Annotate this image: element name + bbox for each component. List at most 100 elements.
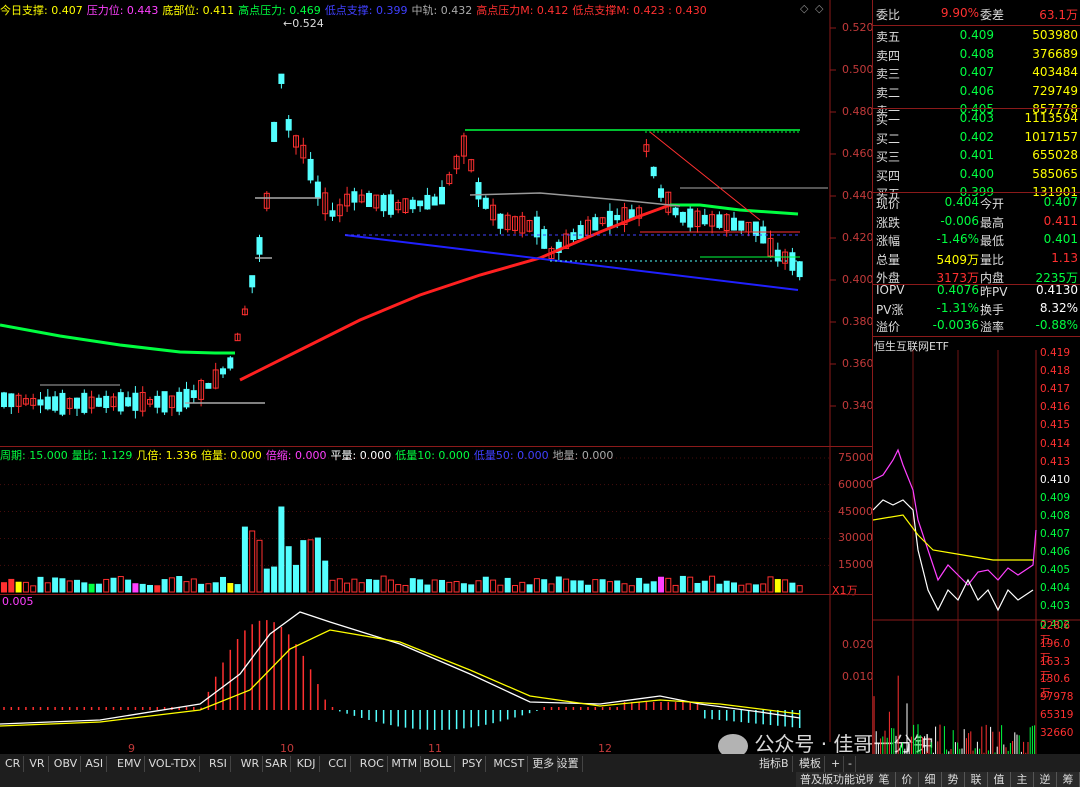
volume-bar xyxy=(314,537,321,593)
orderbook-price: 0.407 xyxy=(959,65,994,79)
orderbook-label: 卖三 xyxy=(876,67,901,81)
weibi-value: 9.90% xyxy=(940,6,979,20)
candle-body xyxy=(59,392,66,415)
mini-price-tick: 0.419 xyxy=(1040,347,1071,359)
volume-bar xyxy=(161,579,168,593)
volume-chart[interactable] xyxy=(0,446,872,594)
volume-bar xyxy=(687,576,694,593)
candle-body xyxy=(570,232,577,241)
weibi-label: 委比 xyxy=(876,8,901,22)
candle-body xyxy=(716,214,723,228)
quote-row: 涨幅 -1.46% 最低 0.401 xyxy=(874,232,1080,250)
quote-label: IOPV xyxy=(876,283,905,297)
volume-bar xyxy=(329,579,336,593)
quote-label: 涨跌 xyxy=(876,215,901,230)
volume-bar xyxy=(701,580,708,593)
bottom-tab[interactable]: 联 xyxy=(965,772,988,787)
volume-bar xyxy=(555,576,562,593)
right-tab[interactable]: 指标B xyxy=(756,756,793,772)
price-chart[interactable]: ←0.524 xyxy=(0,0,872,446)
volume-bar xyxy=(409,578,416,593)
volume-bar xyxy=(241,526,248,593)
candle-body xyxy=(183,388,190,408)
indicator-tab-vol-tdx[interactable]: VOL-TDX xyxy=(146,756,201,772)
bottom-tab[interactable]: 势 xyxy=(942,772,965,787)
ma-red-line xyxy=(239,203,671,382)
volume-bar xyxy=(424,584,431,593)
volume-bar xyxy=(154,585,161,593)
candle-body xyxy=(687,208,694,228)
candle-body xyxy=(592,217,599,231)
mini-iopv-line xyxy=(873,448,1037,586)
volume-bar xyxy=(44,582,51,593)
volume-bar xyxy=(198,583,205,593)
orderbook-price: 0.403 xyxy=(959,111,994,125)
bottom-tab[interactable]: 筹 xyxy=(1057,772,1080,787)
mid-band-line xyxy=(469,192,681,207)
volume-bar xyxy=(614,580,621,593)
indicator-tab-wr[interactable]: WR xyxy=(238,756,264,772)
candle-body xyxy=(533,216,540,238)
bottom-tab[interactable]: 细 xyxy=(919,772,942,787)
volume-bar xyxy=(366,579,372,593)
indicator-tab-psy[interactable]: PSY xyxy=(459,756,487,772)
candle-body xyxy=(278,73,285,84)
volume-bar xyxy=(439,579,445,593)
indicator-tab-roc[interactable]: ROC xyxy=(357,756,388,772)
candle-body xyxy=(409,199,416,210)
indicator-tab-obv[interactable]: OBV xyxy=(51,756,82,772)
candle-body xyxy=(271,121,278,142)
right-tab[interactable]: 模板 xyxy=(796,756,825,772)
candle-body xyxy=(796,261,803,278)
indicator-tab-mtm[interactable]: MTM xyxy=(388,756,422,772)
quote-label: PV涨 xyxy=(876,302,904,317)
volume-bar xyxy=(606,581,613,593)
candle-body xyxy=(161,391,168,413)
volume-bar xyxy=(796,585,803,593)
volume-bar xyxy=(453,581,460,593)
price-tick-label: 0.520 xyxy=(842,21,874,34)
indicator-tab-kdj[interactable]: KDJ xyxy=(294,756,320,772)
quote-value: -0.0036 xyxy=(932,318,979,332)
bottom-tab[interactable]: 值 xyxy=(988,772,1011,787)
volume-bar xyxy=(59,578,66,593)
mini-volume-tick: 32660 xyxy=(1040,726,1074,739)
volume-bar xyxy=(220,576,226,593)
macd-chart[interactable] xyxy=(0,594,872,742)
volume-bar xyxy=(95,583,102,593)
indicator-tab-设置[interactable]: 设置 xyxy=(554,756,583,772)
bottom-tab[interactable]: 逆 xyxy=(1034,772,1057,787)
indicator-tab-rsi[interactable]: RSI xyxy=(206,756,231,772)
right-tab[interactable]: - xyxy=(845,756,856,772)
candle-body xyxy=(1,392,7,408)
mini-price-tick: 0.417 xyxy=(1040,383,1071,396)
quote-label-2: 最高 xyxy=(980,215,1005,230)
volume-bar xyxy=(716,583,723,593)
volume-bar xyxy=(402,584,409,593)
indicator-tab-sar[interactable]: SAR xyxy=(262,756,292,772)
right-tab[interactable]: + xyxy=(828,756,845,772)
candle-body xyxy=(205,382,212,389)
volume-bar xyxy=(490,579,497,593)
volume-bar xyxy=(358,582,365,593)
volume-bar xyxy=(577,580,584,593)
indicator-tab-cr[interactable]: CR xyxy=(2,756,25,772)
volume-bar xyxy=(1,582,7,593)
indicator-tab-asi[interactable]: ASI xyxy=(82,756,108,772)
mini-price-tick: 0.406 xyxy=(1040,546,1071,559)
volume-bar xyxy=(190,578,197,593)
quote-value-2: 0.407 xyxy=(1043,195,1078,209)
indicator-tab-emv[interactable]: EMV xyxy=(114,756,145,772)
quote-value-2: 1.13 xyxy=(1051,250,1078,265)
indicator-tab-cci[interactable]: CCI xyxy=(325,756,351,772)
indicator-tab-boll[interactable]: BOLL xyxy=(420,756,456,772)
bottom-tab[interactable]: 笔 xyxy=(873,772,896,787)
quote-value: -1.46% xyxy=(936,232,979,246)
indicator-tab-vr[interactable]: VR xyxy=(26,756,49,772)
volume-bar xyxy=(563,578,570,593)
bottom-tab[interactable]: 价 xyxy=(896,772,919,787)
bottom-tab[interactable]: 主 xyxy=(1011,772,1034,787)
indicator-tab-mcst[interactable]: MCST xyxy=(490,756,529,772)
feature-help-tab[interactable]: 普及版功能说明 xyxy=(796,772,882,787)
volume-bar xyxy=(132,583,139,593)
